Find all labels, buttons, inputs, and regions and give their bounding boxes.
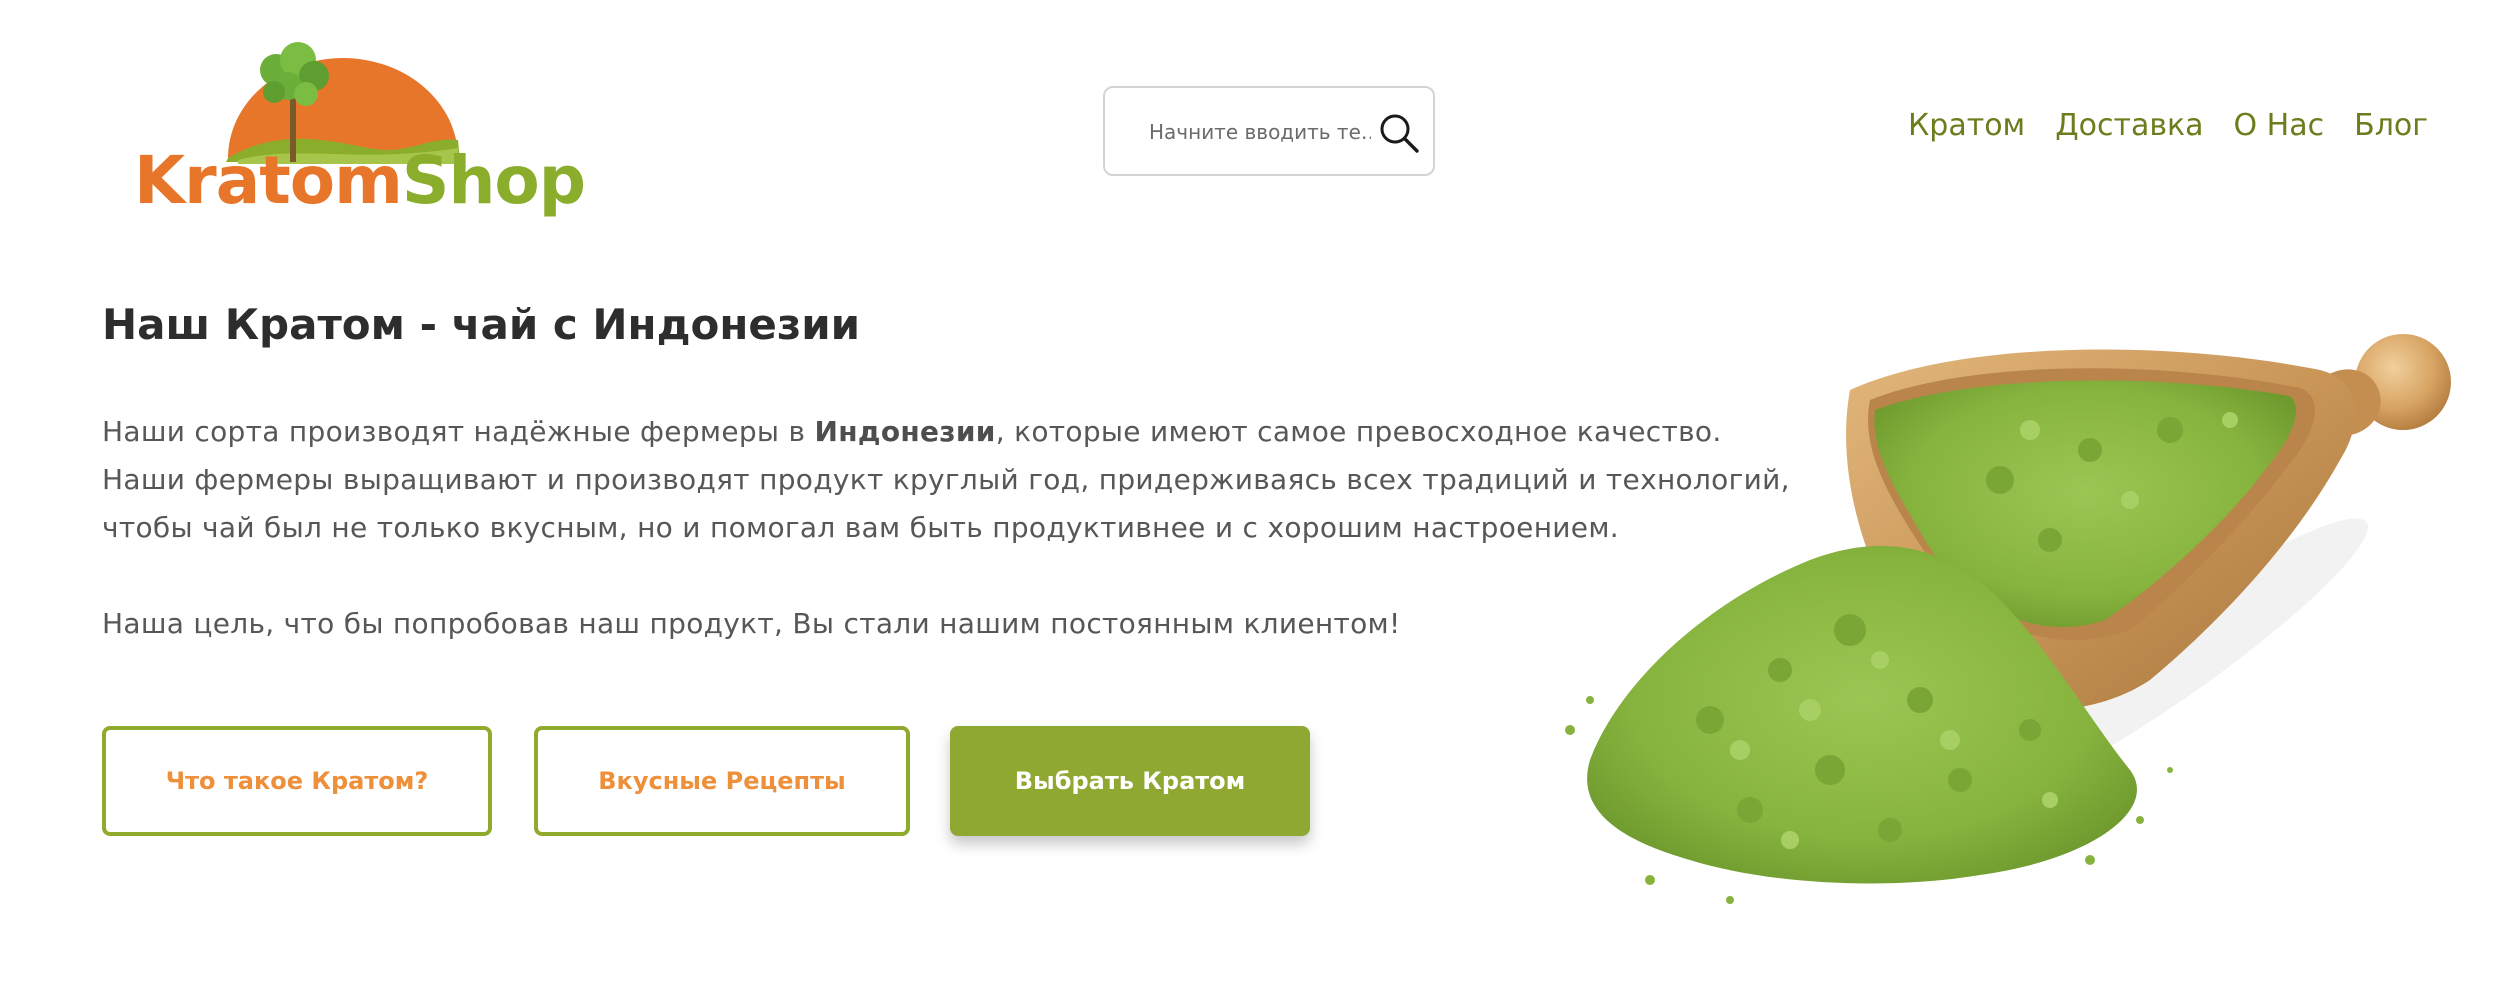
page: KratomShop Кратом Доставка О Нас Блог На… <box>0 0 2518 988</box>
hero-p1-start: Наши сорта производят надёжные фермеры в <box>102 415 815 448</box>
nav-item-kratom[interactable]: Кратом <box>1908 108 2025 144</box>
search-input[interactable] <box>1149 112 1371 152</box>
search-box <box>1103 86 1435 176</box>
nav-item-about[interactable]: О Нас <box>2234 108 2325 144</box>
kratomshop-logo[interactable]: KratomShop <box>128 40 586 230</box>
hero-title: Наш Кратом - чай с Индонезии <box>102 300 861 349</box>
main-nav: Кратом Доставка О Нас Блог <box>1908 108 2428 144</box>
choose-kratom-button[interactable]: Выбрать Кратом <box>950 726 1310 836</box>
logo-word-shop: Shop <box>401 142 586 219</box>
kratom-powder-scoop-image <box>1530 300 2510 940</box>
hero-p1-bold: Индонезии <box>814 415 996 448</box>
logo-word-kratom: Kratom <box>134 142 403 219</box>
scoop-illustration <box>1565 334 2451 904</box>
logo-wordmark: KratomShop <box>134 148 586 214</box>
recipes-button[interactable]: Вкусные Рецепты <box>534 726 910 836</box>
what-is-kratom-button[interactable]: Что такое Кратом? <box>102 726 492 836</box>
nav-item-delivery[interactable]: Доставка <box>2055 108 2203 144</box>
search-icon[interactable] <box>1378 112 1420 154</box>
nav-item-blog[interactable]: Блог <box>2354 108 2428 144</box>
